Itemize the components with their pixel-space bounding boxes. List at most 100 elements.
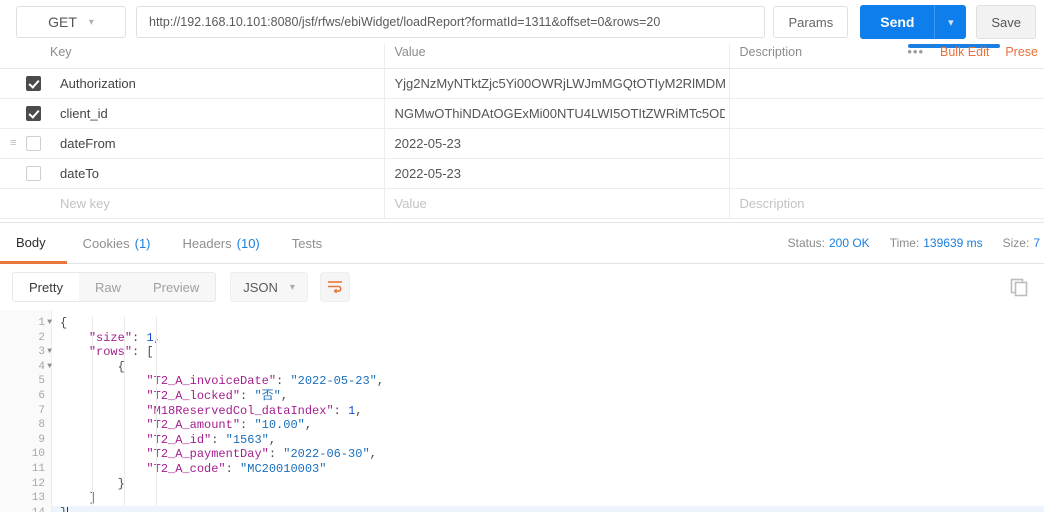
row-value-cell[interactable]: Yjg2NzMyNTktZjc5Yi00OWRjLWJmMGQtOTIyM2Rl…: [384, 68, 730, 99]
table-row[interactable]: client_id NGMwOThiNDAtOGExMi00NTU4LWI5OTI…: [0, 98, 1044, 129]
response-tabs-bar: Body Cookies (1) Headers (10) Tests Status: 20…: [0, 222, 1044, 264]
bulk-edit-link[interactable]: Bulk Edit: [940, 45, 989, 59]
row-checkbox[interactable]: [26, 135, 41, 151]
row-description-cell[interactable]: [729, 98, 1044, 129]
line-number-text: 7: [38, 404, 45, 417]
new-description-input[interactable]: Description: [729, 188, 1044, 219]
row-key-text: Authorization: [60, 75, 136, 91]
row-value-cell[interactable]: 2022-05-23: [384, 158, 730, 189]
time-group: Time: 139639 ms: [890, 236, 983, 250]
response-body-toolbar: Pretty Raw Preview JSON ▾: [0, 264, 1044, 310]
tab-label: Body: [16, 234, 46, 250]
word-wrap-icon[interactable]: [319, 272, 350, 302]
tab-count: (10): [236, 236, 260, 251]
row-checkbox[interactable]: [26, 165, 41, 181]
row-key-cell[interactable]: dateFrom: [44, 128, 385, 159]
http-method-selector[interactable]: GET ▾: [16, 6, 126, 38]
new-value-placeholder: Value: [394, 195, 427, 211]
line-number: 11: [0, 462, 51, 477]
code-line: {: [117, 359, 125, 374]
row-value-cell[interactable]: NGMwOThiNDAtOGExMi00NTU4LWI5OTItZWRiMTc5…: [384, 98, 730, 129]
send-button[interactable]: Send: [860, 5, 935, 39]
postman-window: GET ▾ http://192.168.10.101:8080/jsf/rfw…: [0, 0, 1044, 512]
row-checkbox[interactable]: [26, 105, 41, 121]
row-value-text: 2022-05-23: [394, 135, 462, 151]
tab-tests[interactable]: Tests: [276, 223, 343, 264]
presets-link[interactable]: Prese: [1005, 45, 1038, 59]
copy-icon[interactable]: [1006, 274, 1032, 300]
row-select-cell[interactable]: [0, 98, 44, 129]
line-number-text: 12: [31, 477, 45, 490]
row-description-cell[interactable]: [729, 158, 1044, 189]
line-number-text: 10: [31, 448, 45, 461]
response-body-viewer[interactable]: 1▼23▼4▼567891011121314 { "size": 1, "row…: [0, 310, 1044, 512]
line-number-text: 8: [38, 419, 45, 432]
header-cell-value: Value: [384, 44, 730, 65]
code-line: "T2_A_paymentDay": "2022-06-30",: [146, 447, 377, 462]
table-row[interactable]: Authorization Yjg2NzMyNTktZjc5Yi00OWRjLWJ…: [0, 68, 1044, 99]
line-number: 13: [0, 491, 51, 506]
tab-cookies[interactable]: Cookies (1): [67, 223, 167, 264]
request-url-input[interactable]: http://192.168.10.101:8080/jsf/rfws/ebiW…: [136, 6, 766, 38]
row-value-text: NGMwOThiNDAtOGExMi00NTU4LWI5OTItZWRiMTc5…: [394, 105, 725, 121]
row-select-cell[interactable]: [0, 158, 44, 189]
code-line: "rows": [: [88, 345, 154, 360]
line-number-text: 11: [31, 462, 45, 475]
time-label: Time:: [889, 236, 920, 250]
new-key-input[interactable]: New key: [44, 188, 385, 219]
send-options-chevron-down-icon[interactable]: ▾: [934, 5, 967, 39]
line-number: 8: [0, 418, 51, 433]
params-button[interactable]: Params: [773, 6, 849, 38]
params-table-region: Key Value Description ••• Bulk Edit Pres…: [0, 44, 1044, 222]
params-table-body: Authorization Yjg2NzMyNTktZjc5Yi00OWRjLWJ…: [0, 68, 1044, 189]
new-row-checkbox-cell: [0, 188, 44, 219]
row-value-cell[interactable]: 2022-05-23: [384, 128, 730, 159]
send-button-group: Send ▾: [860, 5, 967, 39]
row-key-cell[interactable]: Authorization: [44, 68, 385, 99]
table-row[interactable]: ≡ dateFrom 2022-05-23: [0, 128, 1044, 159]
row-description-cell[interactable]: [729, 68, 1044, 99]
row-description-cell[interactable]: [729, 128, 1044, 159]
row-key-cell[interactable]: dateTo: [44, 158, 385, 189]
code-line: "T2_A_id": "1563",: [146, 432, 277, 447]
line-number-text: 14: [32, 507, 45, 512]
body-view-raw[interactable]: Raw: [79, 273, 137, 301]
line-number-text: 1: [38, 317, 45, 329]
save-button[interactable]: Save: [976, 5, 1036, 39]
header-cell-spacer: [0, 44, 44, 65]
body-format-selector[interactable]: JSON ▾: [230, 272, 308, 302]
tab-body[interactable]: Body: [0, 223, 67, 264]
params-new-row[interactable]: New key Value Description: [0, 188, 1044, 219]
row-key-cell[interactable]: client_id: [44, 98, 385, 129]
tab-label: Cookies: [82, 236, 130, 251]
line-number-text: 3: [38, 346, 45, 359]
status-value: 200 OK: [828, 236, 870, 250]
line-number-text: 13: [31, 492, 45, 505]
header-cell-key: Key: [44, 44, 385, 65]
new-value-input[interactable]: Value: [384, 188, 730, 219]
code-line: {: [60, 316, 68, 330]
more-actions-icon[interactable]: •••: [907, 44, 924, 59]
row-value-text: 2022-05-23: [394, 165, 462, 181]
drag-handle-icon[interactable]: ≡: [10, 137, 20, 149]
line-number-text: 2: [38, 331, 45, 344]
tab-headers[interactable]: Headers (10): [167, 223, 276, 264]
body-view-switcher: Pretty Raw Preview: [12, 272, 217, 302]
body-view-preview[interactable]: Preview: [137, 273, 215, 301]
http-method-label: GET: [48, 14, 77, 30]
tab-label: Headers: [182, 236, 232, 251]
line-number: 12: [0, 477, 51, 492]
table-row[interactable]: dateTo 2022-05-23: [0, 158, 1044, 189]
params-table: Key Value Description ••• Bulk Edit Pres…: [0, 44, 1044, 219]
body-view-pretty[interactable]: Pretty: [13, 273, 79, 301]
row-checkbox[interactable]: [26, 75, 41, 91]
row-select-cell[interactable]: [0, 68, 44, 99]
json-code-content[interactable]: { "size": 1, "rows": [ { "T2_A_invoiceDa…: [52, 310, 1044, 512]
code-line: "T2_A_code": "MC20010003": [146, 461, 327, 476]
code-line: }: [117, 476, 125, 491]
row-select-cell[interactable]: ≡: [0, 128, 44, 159]
size-value: 7: [1033, 236, 1040, 250]
request-url-text: http://192.168.10.101:8080/jsf/rfws/ebiW…: [149, 15, 661, 29]
header-description-label: Description: [739, 44, 803, 59]
line-number-text: 9: [38, 433, 45, 446]
